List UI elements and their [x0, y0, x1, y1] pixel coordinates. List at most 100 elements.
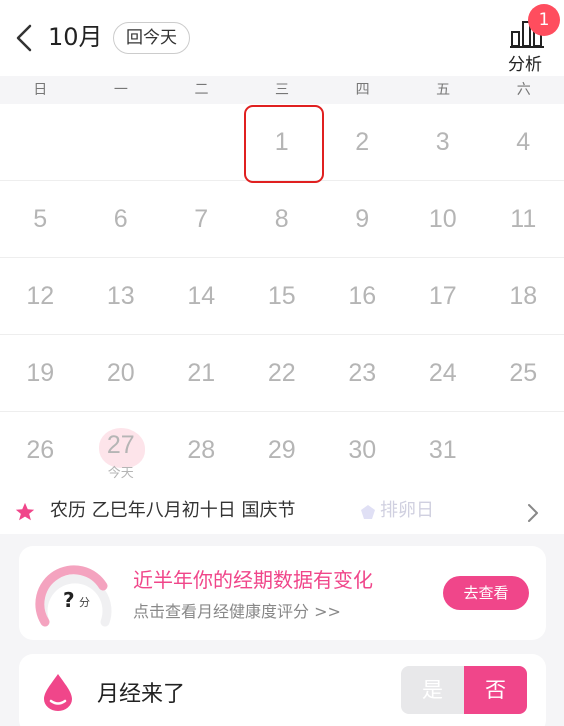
- calendar-day[interactable]: 21: [161, 335, 242, 412]
- calendar-day[interactable]: 13: [81, 258, 162, 335]
- day-number: 21: [187, 359, 216, 387]
- day-number: 28: [187, 436, 216, 464]
- day-number: 11: [510, 205, 537, 233]
- calendar-day[interactable]: 19: [0, 335, 81, 412]
- day-number: 16: [348, 282, 377, 310]
- calendar-day[interactable]: 7: [161, 181, 242, 258]
- period-started-card: 月经来了 是 否: [19, 654, 546, 726]
- day-number: 8: [274, 205, 289, 233]
- day-number: 22: [267, 359, 296, 387]
- yes-option[interactable]: 是: [401, 666, 464, 714]
- calendar-day[interactable]: 24: [403, 335, 484, 412]
- analysis-label: 分析: [508, 55, 542, 75]
- calendar-week: 1 2 3 4: [0, 104, 564, 183]
- day-number: 1: [274, 128, 289, 156]
- weekday-label: 三: [275, 82, 290, 98]
- calendar-day: [81, 104, 162, 181]
- day-number: 20: [106, 359, 135, 387]
- calendar-day[interactable]: 15: [242, 258, 323, 335]
- day-info-bar[interactable]: 农历 乙巳年八月初十日 国庆节 排卵日: [0, 490, 564, 534]
- calendar-day[interactable]: 16: [322, 258, 403, 335]
- view-button[interactable]: 去查看: [443, 576, 529, 610]
- period-started-label: 月经来了: [97, 682, 186, 707]
- health-card-title: 近半年你的经期数据有变化: [133, 568, 373, 592]
- calendar-week: 5 6 7 8 9 10 11: [0, 181, 564, 258]
- calendar-day[interactable]: 26: [0, 412, 81, 489]
- day-number: 17: [428, 282, 457, 310]
- back-arrow-icon[interactable]: [12, 22, 40, 54]
- calendar-day[interactable]: 12: [0, 258, 81, 335]
- period-toggle[interactable]: 是 否: [401, 666, 527, 714]
- health-score-card[interactable]: ? 分 近半年你的经期数据有变化 点击查看月经健康度评分 >> 去查看: [19, 546, 546, 640]
- day-number: 9: [355, 205, 370, 233]
- back-to-today-button[interactable]: 回今天: [113, 22, 190, 54]
- drop-icon: [44, 674, 72, 711]
- calendar-day[interactable]: 10: [403, 181, 484, 258]
- day-number: 18: [509, 282, 538, 310]
- day-number: 15: [267, 282, 296, 310]
- day-number: 4: [516, 128, 531, 156]
- today-label: 今天: [107, 466, 134, 481]
- calendar-day[interactable]: 6: [81, 181, 162, 258]
- calendar-day[interactable]: 31: [403, 412, 484, 489]
- day-number: 7: [194, 205, 209, 233]
- calendar-day[interactable]: 25: [483, 335, 564, 412]
- weekday-row: 日 一 二 三 四 五 六: [0, 76, 564, 104]
- weekday-label: 一: [113, 82, 128, 98]
- score-value: ?: [63, 588, 75, 612]
- calendar-day[interactable]: 9: [322, 181, 403, 258]
- day-number: 3: [435, 128, 450, 156]
- star-icon: [15, 502, 35, 521]
- calendar-day[interactable]: 20: [81, 335, 162, 412]
- day-number: 31: [428, 436, 457, 464]
- calendar-day[interactable]: 2: [322, 104, 403, 181]
- calendar-day[interactable]: 28: [161, 412, 242, 489]
- day-number: 14: [187, 282, 216, 310]
- day-number: 24: [428, 359, 457, 387]
- calendar-grid: 1 2 3 4 5 6 7 8 9 10 11 12 13 14 15 16 1…: [0, 104, 564, 490]
- calendar-day[interactable]: 11: [483, 181, 564, 258]
- day-number: 2: [355, 128, 370, 156]
- calendar-day[interactable]: 4: [483, 104, 564, 181]
- month-title[interactable]: 10月: [48, 20, 103, 54]
- weekday-label: 二: [194, 82, 209, 98]
- calendar-day[interactable]: 22: [242, 335, 323, 412]
- calendar-day-selected[interactable]: 1: [242, 104, 323, 183]
- weekday-label: 四: [355, 82, 370, 98]
- notification-badge: 1: [528, 4, 560, 36]
- calendar-day[interactable]: 3: [403, 104, 484, 181]
- calendar-week: 26 27 今天 28 29 30 31: [0, 412, 564, 489]
- chevron-right-icon[interactable]: [524, 502, 542, 524]
- calendar-day[interactable]: 29: [242, 412, 323, 489]
- day-number: 12: [26, 282, 55, 310]
- calendar-day: [483, 412, 564, 489]
- score-gauge: ? 分: [35, 562, 115, 628]
- calendar-day[interactable]: 14: [161, 258, 242, 335]
- health-card-subtitle[interactable]: 点击查看月经健康度评分 >>: [133, 598, 341, 622]
- no-option[interactable]: 否: [464, 666, 527, 714]
- calendar-day-today[interactable]: 27 今天: [81, 412, 162, 489]
- weekday-label: 日: [33, 82, 48, 98]
- calendar-day[interactable]: 23: [322, 335, 403, 412]
- day-number: 10: [428, 205, 457, 233]
- calendar-day[interactable]: 5: [0, 181, 81, 258]
- calendar-day[interactable]: 18: [483, 258, 564, 335]
- day-number: 25: [509, 359, 538, 387]
- calendar-day: [0, 104, 81, 181]
- day-number: 30: [348, 436, 377, 464]
- day-number: 5: [33, 205, 48, 233]
- weekday-label: 五: [436, 82, 451, 98]
- top-bar: 10月 回今天 分析 1: [0, 0, 564, 76]
- lunar-date-text: 农历 乙巳年八月初十日 国庆节: [50, 500, 296, 521]
- analysis-button[interactable]: 分析 1: [504, 4, 560, 75]
- calendar-day: [161, 104, 242, 181]
- calendar-day[interactable]: 8: [242, 181, 323, 258]
- calendar-day[interactable]: 30: [322, 412, 403, 489]
- calendar-day[interactable]: 17: [403, 258, 484, 335]
- day-number: 19: [26, 359, 55, 387]
- day-number: 26: [26, 436, 55, 464]
- score-unit: 分: [79, 596, 90, 609]
- ovulation-legend-icon: [361, 505, 375, 519]
- weekday-label: 六: [516, 82, 531, 98]
- day-number: 6: [113, 205, 128, 233]
